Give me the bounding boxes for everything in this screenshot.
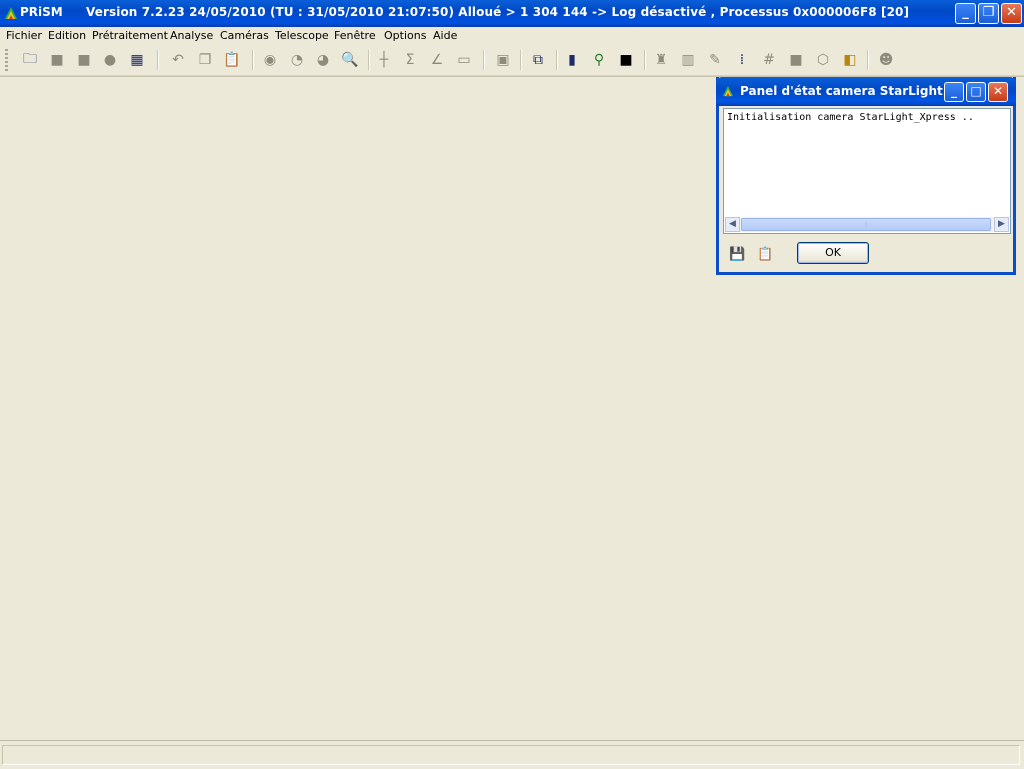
network-icon[interactable]: ⁞: [732, 50, 752, 70]
clipboard-icon[interactable]: 📋: [757, 247, 773, 263]
status-panel: [2, 745, 1020, 765]
star-chart-icon[interactable]: ■: [616, 50, 636, 70]
observatory-icon[interactable]: ♜: [651, 50, 671, 70]
app-name: PRiSM: [20, 5, 63, 19]
close-button[interactable]: ✕: [1001, 3, 1022, 24]
toolbar-separator: [368, 50, 370, 70]
hexagon-icon[interactable]: ⬡: [813, 50, 833, 70]
toolbar-grip[interactable]: [5, 49, 8, 71]
menu-analyse[interactable]: Analyse: [170, 29, 213, 42]
magnify-icon[interactable]: 🔍: [340, 50, 360, 70]
ok-button[interactable]: OK: [797, 242, 869, 264]
minimize-button[interactable]: _: [955, 3, 976, 24]
zoom-in-icon[interactable]: ◉: [260, 50, 280, 70]
dialog-title: Panel d'état camera StarLight...: [740, 84, 957, 98]
restore-button[interactable]: ❐: [978, 3, 999, 24]
toolbar-separator: [644, 50, 646, 70]
dialog-title-bar[interactable]: Panel d'état camera StarLight... _ □ ✕: [716, 77, 1016, 106]
toolbar-separator: [483, 50, 485, 70]
bars-icon[interactable]: ▥: [678, 50, 698, 70]
scroll-thumb[interactable]: ⦙: [741, 218, 991, 231]
camera-status-dialog[interactable]: Panel d'état camera StarLight... _ □ ✕ I…: [716, 77, 1016, 275]
toolbar-separator: [157, 50, 159, 70]
toolbar-separator: [867, 50, 869, 70]
copy-icon[interactable]: ❐: [195, 50, 215, 70]
toolbar-separator: [252, 50, 254, 70]
horizontal-scrollbar[interactable]: ◀ ⦙ ▶: [725, 217, 1009, 232]
open-icon[interactable]: 🗀: [20, 50, 40, 70]
log-line: Initialisation camera StarLight_Xpress .…: [727, 112, 974, 123]
menu-cameras[interactable]: Caméras: [220, 29, 269, 42]
save-disabled-icon[interactable]: ■: [47, 50, 67, 70]
dialog-maximize-button[interactable]: □: [966, 82, 986, 102]
square-icon[interactable]: ■: [786, 50, 806, 70]
scroll-left-icon[interactable]: ◀: [725, 217, 740, 232]
window-title: Version 7.2.23 24/05/2010 (TU : 31/05/20…: [86, 5, 910, 19]
crosshair-icon[interactable]: ┼: [374, 50, 394, 70]
status-bar: [0, 740, 1024, 769]
camera-control-icon[interactable]: ⧉: [528, 50, 548, 70]
archive-icon[interactable]: ▣: [493, 50, 513, 70]
scroll-right-icon[interactable]: ▶: [994, 217, 1009, 232]
app-logo-icon: [722, 85, 734, 97]
dialog-minimize-button[interactable]: _: [944, 82, 964, 102]
menu-bar: Fichier Edition Prétraitement Analyse Ca…: [0, 27, 1024, 45]
telescope-icon[interactable]: ▮: [562, 50, 582, 70]
toolbar-separator: [556, 50, 558, 70]
save-all-disabled-icon[interactable]: ■: [74, 50, 94, 70]
calendar-icon[interactable]: ▦: [127, 50, 147, 70]
face-icon[interactable]: ☻: [876, 50, 896, 70]
sum-icon[interactable]: Σ: [400, 50, 420, 70]
paste-icon[interactable]: 📋: [222, 50, 242, 70]
pen-icon[interactable]: ✎: [705, 50, 725, 70]
menu-telescope[interactable]: Telescope: [275, 29, 329, 42]
save-icon[interactable]: 💾: [729, 247, 745, 263]
menu-fenetre[interactable]: Fenêtre: [334, 29, 376, 42]
menu-fichier[interactable]: Fichier: [6, 29, 42, 42]
zoom-icon[interactable]: ◕: [313, 50, 333, 70]
dialog-close-button[interactable]: ✕: [988, 82, 1008, 102]
filter-icon[interactable]: ◧: [840, 50, 860, 70]
angle-icon[interactable]: ∠: [427, 50, 447, 70]
zoom-out-icon[interactable]: ◔: [287, 50, 307, 70]
grid-icon[interactable]: #: [759, 50, 779, 70]
undo-icon[interactable]: ↶: [168, 50, 188, 70]
toolbar-separator: [520, 50, 522, 70]
app-logo-icon: [5, 7, 17, 19]
menu-pretraitement[interactable]: Prétraitement: [92, 29, 168, 42]
log-text-area[interactable]: Initialisation camera StarLight_Xpress .…: [723, 108, 1011, 234]
title-bar[interactable]: PRiSM Version 7.2.23 24/05/2010 (TU : 31…: [0, 0, 1024, 27]
telescope-mount-icon[interactable]: ⚲: [589, 50, 609, 70]
menu-aide[interactable]: Aide: [433, 29, 457, 42]
menu-options[interactable]: Options: [384, 29, 426, 42]
toolbar: 🗀 ■ ■ ● ▦ ↶ ❐ 📋 ◉ ◔ ◕ 🔍 ┼ Σ ∠ ▭ ▣ ⧉ ▮ ⚲ …: [0, 45, 1024, 76]
menu-edition[interactable]: Edition: [48, 29, 86, 42]
info-icon[interactable]: ●: [100, 50, 120, 70]
rectangle-icon[interactable]: ▭: [454, 50, 474, 70]
